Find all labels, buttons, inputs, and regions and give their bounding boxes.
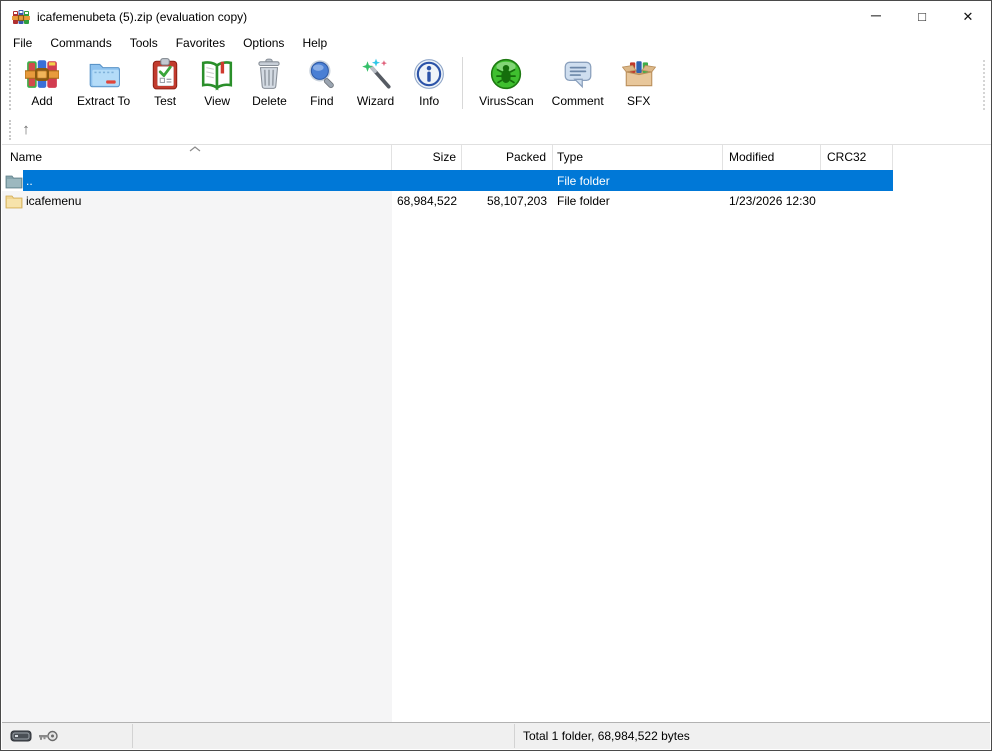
toolbar-button-info[interactable]: Info [404, 54, 454, 108]
address-bar-grip[interactable] [9, 120, 11, 140]
toolbar-button-label: Comment [552, 94, 604, 108]
toolbar-button-label: Extract To [77, 94, 130, 108]
cell-type: File folder [553, 170, 723, 191]
toolbar-button-find[interactable]: Find [297, 54, 347, 108]
toolbar-button-label: Info [419, 94, 439, 108]
address-row: ↑ [2, 116, 990, 144]
close-icon: ✕ [963, 9, 974, 25]
test-icon [148, 57, 182, 91]
extract-to-icon [87, 57, 121, 91]
cell-crc32 [821, 170, 893, 191]
column-header-filler [893, 145, 992, 170]
cell-type: File folder [553, 191, 723, 211]
cell-crc32 [821, 191, 893, 211]
window-controls: ─ □ ✕ [853, 1, 991, 32]
column-header-crc32[interactable]: CRC32 [821, 145, 893, 170]
cell-packed [462, 170, 553, 191]
close-button[interactable]: ✕ [945, 1, 991, 32]
file-rows: .. File folder icafemenu 68,984,522 58,1… [2, 170, 992, 211]
toolbar-button-add[interactable]: Add [17, 54, 67, 108]
toolbar-separator [462, 57, 463, 109]
status-bar: Total 1 folder, 68,984,522 bytes [2, 722, 990, 749]
file-name: .. [26, 174, 33, 188]
toolbar-grip[interactable] [9, 60, 11, 110]
statusbar-total-text: Total 1 folder, 68,984,522 bytes [523, 723, 690, 749]
cell-packed: 58,107,203 [462, 191, 553, 211]
up-folder-icon [5, 173, 23, 189]
comment-icon [561, 57, 595, 91]
maximize-icon: □ [918, 9, 926, 24]
drive-icon [10, 730, 32, 742]
cell-size: 68,984,522 [392, 191, 462, 211]
menu-help[interactable]: Help [293, 32, 336, 54]
statusbar-separator [132, 724, 133, 748]
toolbar-button-label: Add [31, 94, 52, 108]
toolbar-button-view[interactable]: View [192, 54, 242, 108]
column-header-name[interactable]: Name [2, 145, 392, 170]
minimize-icon: ─ [871, 7, 881, 23]
up-one-level-button[interactable]: ↑ [14, 118, 38, 142]
statusbar-icons [10, 723, 59, 749]
toolbar-button-delete[interactable]: Delete [244, 54, 295, 108]
cell-size [392, 170, 462, 191]
menu-tools[interactable]: Tools [121, 32, 167, 54]
column-header-row: NameSizePackedTypeModifiedCRC32 [2, 145, 992, 170]
key-icon[interactable] [37, 728, 59, 744]
toolbar-button-label: View [204, 94, 230, 108]
toolbar-button-label: Test [154, 94, 176, 108]
delete-icon [252, 57, 286, 91]
up-arrow-icon: ↑ [22, 121, 30, 138]
file-row[interactable]: .. File folder [2, 170, 893, 191]
sfx-icon [622, 57, 656, 91]
toolbar-right-grip[interactable] [983, 60, 985, 110]
maximize-button[interactable]: □ [899, 1, 945, 32]
title-bar: icafemenubeta (5).zip (evaluation copy) [2, 1, 990, 32]
toolbar-button-label: Wizard [357, 94, 394, 108]
file-name: icafemenu [26, 194, 81, 208]
column-header-type[interactable]: Type [553, 145, 723, 170]
cell-modified [723, 170, 821, 191]
window-title: icafemenubeta (5).zip (evaluation copy) [37, 10, 247, 24]
find-icon [305, 57, 339, 91]
column-header-modified[interactable]: Modified [723, 145, 821, 170]
menu-commands[interactable]: Commands [41, 32, 120, 54]
folder-icon [5, 193, 23, 209]
toolbar-button-extract-to[interactable]: Extract To [69, 54, 138, 108]
toolbar-button-virusscan[interactable]: VirusScan [471, 54, 541, 108]
add-archive-icon [25, 57, 59, 91]
menu-file[interactable]: File [4, 32, 41, 54]
view-icon [200, 57, 234, 91]
toolbar-button-label: VirusScan [479, 94, 533, 108]
name-column-background [2, 191, 392, 724]
toolbar-button-wizard[interactable]: Wizard [349, 54, 402, 108]
toolbar-button-label: SFX [627, 94, 650, 108]
statusbar-separator [514, 724, 515, 748]
menu-options[interactable]: Options [234, 32, 293, 54]
file-row[interactable]: icafemenu 68,984,522 58,107,203 File fol… [2, 191, 893, 211]
toolbar-button-comment[interactable]: Comment [544, 54, 612, 108]
info-icon [412, 57, 446, 91]
virus-scan-icon [489, 57, 523, 91]
file-list: NameSizePackedTypeModifiedCRC32 .. File … [2, 144, 992, 724]
toolbar: Add Extract To Test View Delete Find Wiz… [2, 54, 990, 116]
cell-modified: 1/23/2026 12:30 [723, 191, 821, 211]
menu-bar: File Commands Tools Favorites Options He… [2, 32, 990, 54]
toolbar-button-test[interactable]: Test [140, 54, 190, 108]
column-header-size[interactable]: Size [392, 145, 462, 170]
minimize-button[interactable]: ─ [853, 1, 899, 32]
winrar-logo-icon [12, 9, 30, 25]
toolbar-button-label: Find [310, 94, 333, 108]
column-header-packed[interactable]: Packed [462, 145, 553, 170]
winrar-window: icafemenubeta (5).zip (evaluation copy) … [0, 0, 992, 751]
wizard-icon [359, 57, 393, 91]
toolbar-button-sfx[interactable]: SFX [614, 54, 664, 108]
menu-favorites[interactable]: Favorites [167, 32, 234, 54]
toolbar-button-label: Delete [252, 94, 287, 108]
